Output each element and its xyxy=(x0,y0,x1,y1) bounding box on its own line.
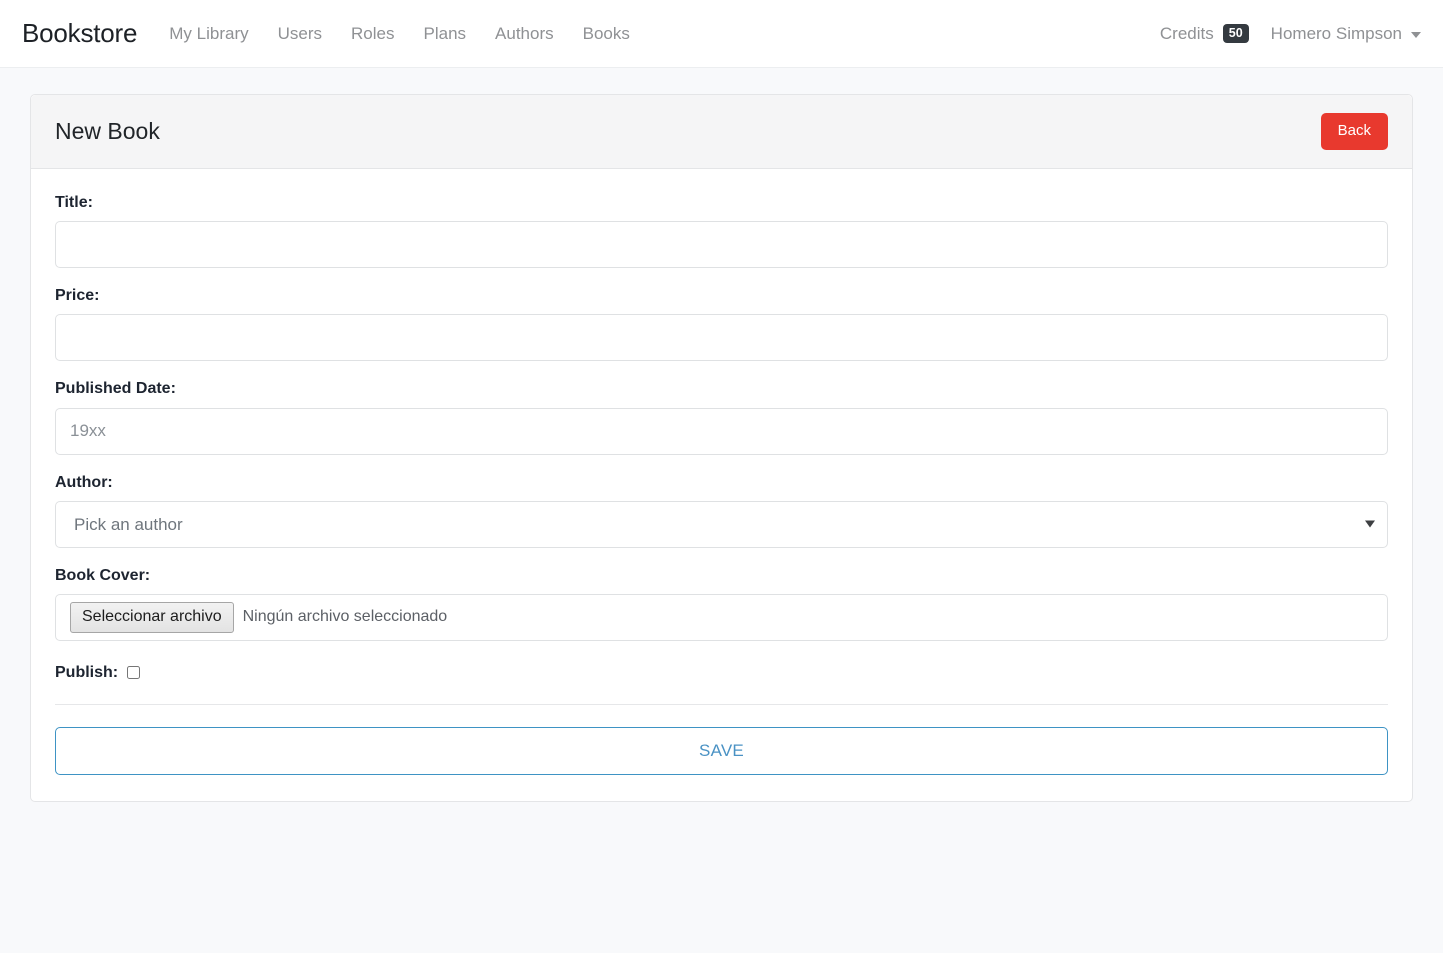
publish-checkbox[interactable] xyxy=(127,666,141,680)
back-button[interactable]: Back xyxy=(1320,113,1388,150)
page-title: New Book xyxy=(55,117,160,144)
published-date-input[interactable] xyxy=(55,407,1388,455)
nav-item-users[interactable]: Users xyxy=(278,25,322,42)
published-date-label: Published Date: xyxy=(55,380,176,398)
field-publish: Publish: xyxy=(55,663,1388,682)
nav-item-plans[interactable]: Plans xyxy=(424,25,467,42)
save-button[interactable]: SAVE xyxy=(55,727,1388,776)
chevron-down-icon xyxy=(1411,31,1421,38)
primary-nav: My Library Users Roles Plans Authors Boo… xyxy=(169,25,630,42)
new-book-card: New Book Back Title: Price: Published Da… xyxy=(30,94,1413,803)
brand-link[interactable]: Bookstore xyxy=(22,18,137,49)
page-container: New Book Back Title: Price: Published Da… xyxy=(0,68,1443,803)
nav-item-authors[interactable]: Authors xyxy=(495,25,554,42)
title-label: Title: xyxy=(55,194,93,211)
navbar-right: Credits 50 Homero Simpson xyxy=(1160,24,1421,44)
title-input[interactable] xyxy=(55,221,1388,269)
field-title: Title: xyxy=(55,193,1388,269)
author-select[interactable]: Pick an author xyxy=(55,500,1388,548)
nav-item-books[interactable]: Books xyxy=(583,25,630,42)
book-cover-label: Book Cover: xyxy=(55,566,151,584)
price-input[interactable] xyxy=(55,314,1388,362)
credits-badge: 50 xyxy=(1222,23,1249,44)
user-menu-label: Homero Simpson xyxy=(1270,23,1402,43)
file-status-text: Ningún archivo seleccionado xyxy=(242,608,448,626)
credits-link[interactable]: Credits 50 xyxy=(1160,24,1249,44)
credits-label: Credits xyxy=(1159,23,1214,43)
user-menu[interactable]: Homero Simpson xyxy=(1271,24,1421,44)
field-price: Price: xyxy=(55,286,1388,362)
form-divider xyxy=(55,704,1388,706)
top-navbar: Bookstore My Library Users Roles Plans A… xyxy=(0,0,1443,68)
card-header: New Book Back xyxy=(31,95,1412,169)
publish-label: Publish: xyxy=(55,663,119,681)
nav-item-my-library[interactable]: My Library xyxy=(169,25,248,42)
field-book-cover: Book Cover: Seleccionar archivo Ningún a… xyxy=(55,566,1388,641)
nav-item-roles[interactable]: Roles xyxy=(351,25,394,42)
field-published-date: Published Date: xyxy=(55,379,1388,455)
price-label: Price: xyxy=(55,287,100,305)
choose-file-button[interactable]: Seleccionar archivo xyxy=(70,601,234,633)
author-label: Author: xyxy=(55,473,113,491)
author-select-wrapper: Pick an author xyxy=(55,500,1388,548)
field-author: Author: Pick an author xyxy=(55,473,1388,548)
book-cover-file-input[interactable]: Seleccionar archivo Ningún archivo selec… xyxy=(55,593,1388,641)
card-body: Title: Price: Published Date: Author: Pi… xyxy=(31,169,1412,801)
